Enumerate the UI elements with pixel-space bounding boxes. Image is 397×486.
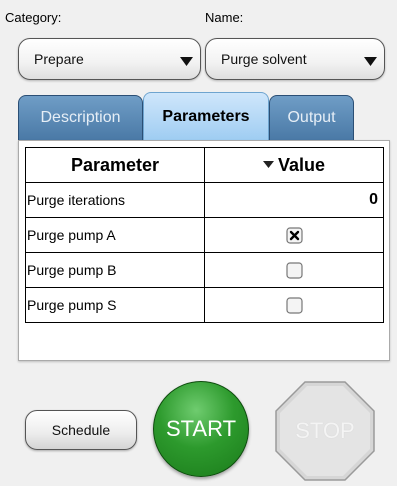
category-label: Category: bbox=[5, 10, 62, 25]
parameters-panel: Parameter Value Purge iterations 0 Purge… bbox=[18, 140, 390, 361]
param-name: Purge pump B bbox=[25, 252, 205, 288]
purge-pump-s-checkbox[interactable] bbox=[285, 297, 303, 314]
category-dropdown[interactable]: Prepare bbox=[18, 38, 201, 80]
param-name: Purge pump S bbox=[25, 287, 205, 323]
param-name: Purge iterations bbox=[25, 182, 205, 218]
sort-descending-icon bbox=[262, 160, 274, 168]
tab-parameters[interactable]: Parameters bbox=[143, 92, 269, 140]
name-label: Name: bbox=[205, 10, 244, 25]
stop-button[interactable]: STOP bbox=[275, 381, 375, 481]
value-cell bbox=[204, 217, 384, 253]
table-row: Purge pump A bbox=[25, 217, 384, 253]
category-value: Prepare bbox=[34, 51, 84, 67]
table-row: Purge pump S bbox=[25, 287, 384, 323]
tab-output[interactable]: Output bbox=[269, 95, 354, 140]
column-header-parameter[interactable]: Parameter bbox=[25, 147, 205, 183]
param-name: Purge pump A bbox=[25, 217, 205, 253]
purge-pump-a-checkbox[interactable] bbox=[285, 227, 303, 244]
tab-description[interactable]: Description bbox=[18, 95, 143, 140]
chevron-down-icon bbox=[364, 57, 377, 66]
name-value: Purge solvent bbox=[221, 51, 307, 67]
column-header-parameter-label: Parameter bbox=[70, 154, 160, 175]
purge-iterations-input[interactable]: 0 bbox=[204, 182, 384, 218]
table-row: Purge iterations 0 bbox=[25, 182, 384, 218]
name-dropdown[interactable]: Purge solvent bbox=[205, 38, 385, 80]
table-header-row: Parameter Value bbox=[25, 147, 384, 183]
value-cell bbox=[204, 287, 384, 323]
table-row: Purge pump B bbox=[25, 252, 384, 288]
column-header-value-label: Value bbox=[277, 154, 326, 175]
value-cell bbox=[204, 252, 384, 288]
start-button[interactable]: START bbox=[153, 381, 249, 477]
schedule-button[interactable]: Schedule bbox=[25, 410, 137, 450]
chevron-down-icon bbox=[180, 57, 193, 66]
purge-pump-b-checkbox[interactable] bbox=[285, 262, 303, 279]
parameters-table: Parameter Value Purge iterations 0 Purge… bbox=[25, 147, 384, 323]
column-header-value[interactable]: Value bbox=[204, 147, 384, 183]
stop-button-label: STOP bbox=[295, 418, 355, 443]
purge-iterations-value: 0 bbox=[369, 191, 378, 208]
